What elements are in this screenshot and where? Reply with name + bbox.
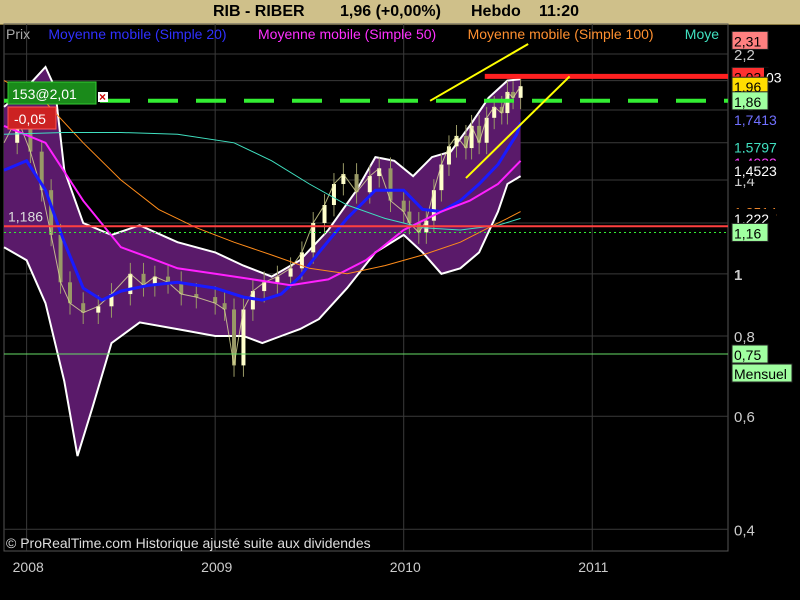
right-price-label-text: 1,86 [734, 94, 761, 110]
legend-item: Moyenne mobile (Simple 20) [48, 26, 226, 42]
x-tick-label: 2011 [578, 559, 608, 575]
right-price-label-text: 1,5797 [734, 139, 777, 155]
right-price-label: 1,86 [731, 91, 769, 111]
right-price-label: 0,75 [731, 344, 769, 364]
price-candle [128, 273, 133, 295]
legend-item: Prix [6, 26, 30, 42]
legend-item: Moyenne mobile (Simple 50) [258, 26, 436, 42]
pl-label: -0,05 [14, 111, 46, 127]
right-price-label-text: 2,31 [734, 33, 761, 49]
bollinger-band [4, 67, 521, 457]
y-tick-label: 0,6 [734, 409, 755, 426]
right-price-label: 2,31 [731, 30, 769, 50]
right-price-label: 1,5797 [732, 137, 784, 156]
legend-item: Moye [685, 26, 719, 42]
position-label: 153@2,01 [12, 86, 77, 102]
right-price-label: 1,4523 [732, 160, 784, 179]
y-tick-label: 0,4 [734, 522, 755, 539]
chart-window: RIB - RIBER 1,96 (+0,00%) Hebdo 11:20 2,… [0, 0, 800, 600]
y-tick-label: 1 [734, 267, 742, 284]
x-tick-label: 2008 [13, 559, 44, 575]
price-candle [407, 211, 412, 223]
right-price-label-text: 1,4523 [734, 163, 777, 179]
left-level-label: 1,186 [8, 208, 43, 224]
right-price-label-text: 1,7413 [734, 112, 777, 128]
x-tick-label: 2009 [201, 559, 232, 575]
price-chart[interactable]: 2,221,81,61,41,210,80,60,420082009201020… [0, 0, 800, 600]
right-price-label: 1,7413 [732, 110, 784, 129]
x-tick-label: 2010 [390, 559, 421, 575]
right-price-label-text: 1,16 [734, 225, 761, 241]
right-price-label: 1,16 [731, 222, 769, 242]
right-price-label-text: 0,75 [734, 347, 761, 363]
right-price-label: Mensuel [731, 363, 793, 383]
y-tick-label: 0,8 [734, 329, 755, 346]
legend-item: Moyenne mobile (Simple 100) [468, 26, 654, 42]
close-x-icon: × [99, 90, 106, 104]
right-price-label-text: Mensuel [734, 366, 787, 382]
footer-copyright: © ProRealTime.com Historique ajusté suit… [6, 535, 371, 551]
